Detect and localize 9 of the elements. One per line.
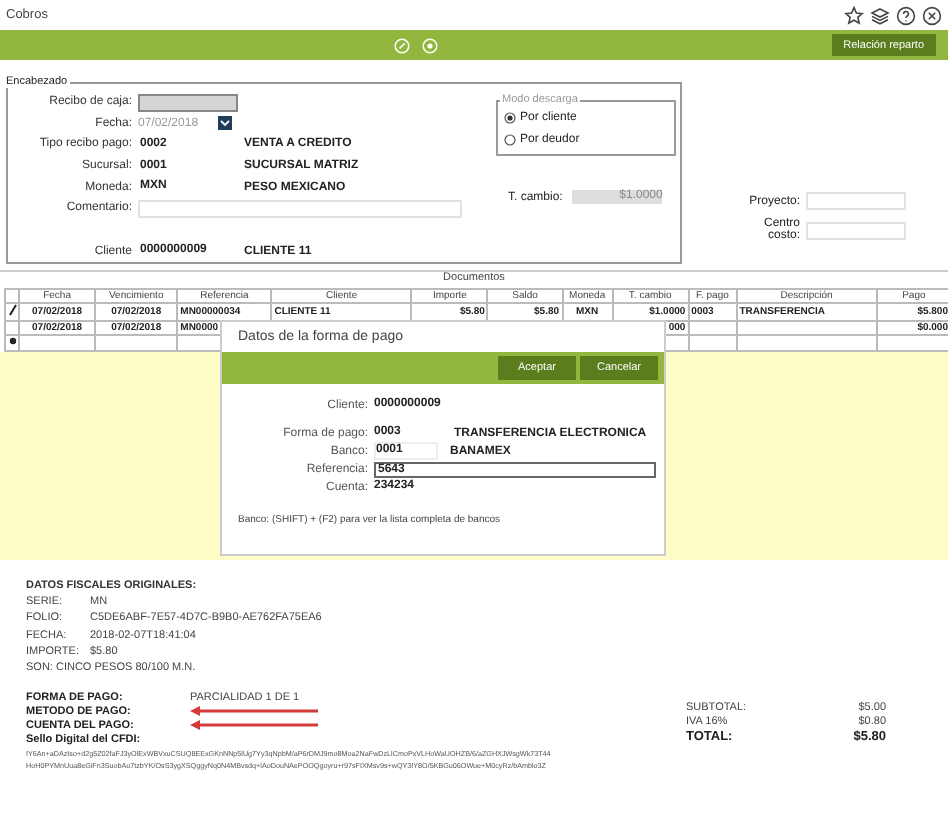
help-icon[interactable]	[896, 5, 916, 25]
input-field[interactable]	[138, 93, 238, 112]
comment-field[interactable]	[138, 199, 462, 218]
layers-icon[interactable]	[870, 5, 890, 25]
radio-button[interactable]	[504, 111, 516, 123]
star-icon[interactable]	[844, 5, 864, 25]
radio-button[interactable]	[504, 133, 516, 145]
close-icon[interactable]	[922, 5, 942, 25]
dropdown-icon[interactable]	[218, 116, 233, 131]
